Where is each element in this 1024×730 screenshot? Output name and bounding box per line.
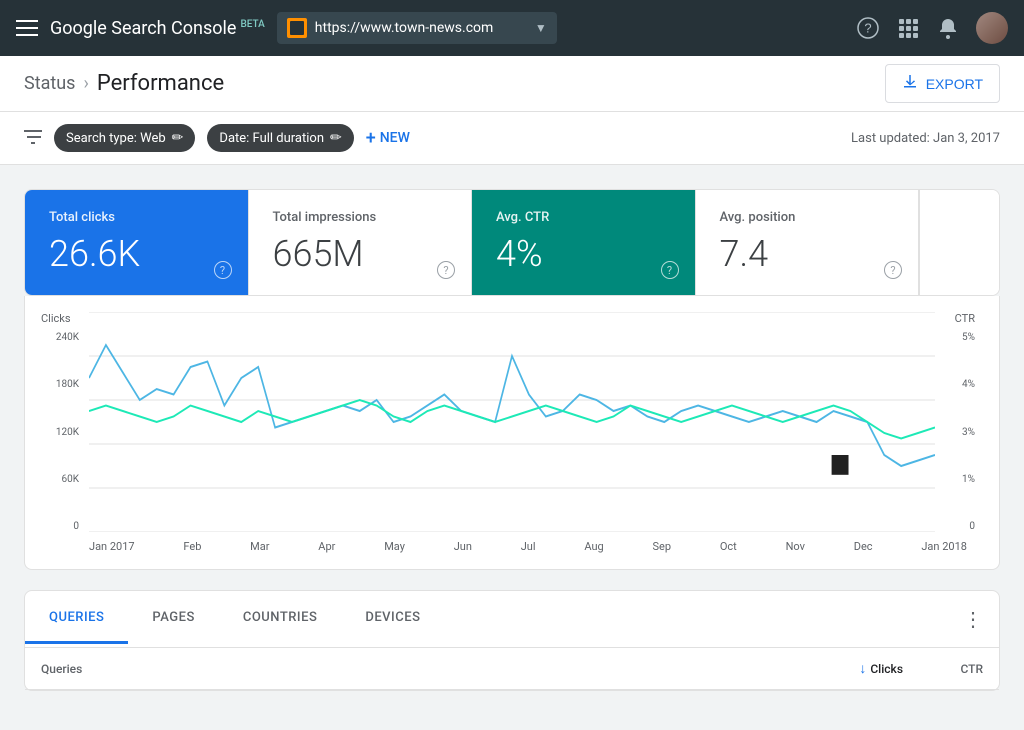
- date-label: Date: Full duration: [219, 131, 324, 146]
- metric-total-clicks[interactable]: Total clicks 26.6K ?: [25, 190, 249, 295]
- y-axis-right-values: 5% 4% 3% 1% 0: [939, 332, 975, 532]
- search-type-label: Search type: Web: [66, 131, 166, 146]
- metric-value-clicks: 26.6K: [49, 233, 224, 275]
- tab-countries[interactable]: COUNTRIES: [219, 594, 342, 644]
- y-axis-left-values: 240K 180K 120K 60K 0: [41, 332, 85, 532]
- metric-help-clicks[interactable]: ?: [214, 261, 232, 279]
- metric-value-impressions: 665M: [273, 233, 448, 275]
- nav-icons: ?: [856, 12, 1008, 44]
- tabs-more-button[interactable]: ⋮: [947, 591, 999, 647]
- x-label-jun: Jun: [454, 540, 472, 553]
- tab-devices[interactable]: DEVICES: [341, 594, 444, 644]
- tabs-header: QUERIES PAGES COUNTRIES DEVICES ⋮: [25, 591, 999, 648]
- page-title: Performance: [97, 71, 224, 96]
- col-header-queries: Queries: [41, 662, 859, 676]
- url-bar[interactable]: https://www.town-news.com ▼: [277, 12, 557, 44]
- metric-help-impressions[interactable]: ?: [437, 261, 455, 279]
- date-filter[interactable]: Date: Full duration ✏: [207, 124, 353, 152]
- site-url: https://www.town-news.com: [315, 20, 527, 36]
- last-updated: Last updated: Jan 3, 2017: [851, 131, 1000, 146]
- new-filter-button[interactable]: + NEW: [366, 128, 410, 149]
- edit-date-icon[interactable]: ✏: [330, 130, 342, 146]
- breadcrumb-separator: ›: [83, 73, 88, 94]
- metric-help-position[interactable]: ?: [884, 261, 902, 279]
- x-label-aug: Aug: [584, 540, 603, 553]
- x-label-may: May: [384, 540, 405, 553]
- metric-total-impressions[interactable]: Total impressions 665M ?: [249, 190, 473, 295]
- metric-value-position: 7.4: [720, 233, 895, 275]
- x-label-sep: Sep: [652, 540, 671, 553]
- filter-bar: Search type: Web ✏ Date: Full duration ✏…: [0, 112, 1024, 165]
- y-right-val-1: 5%: [939, 332, 975, 343]
- y-left-val-4: 60K: [41, 474, 79, 485]
- plus-icon: +: [366, 128, 376, 149]
- breadcrumb-bar: Status › Performance EXPORT: [0, 56, 1024, 112]
- search-type-filter[interactable]: Search type: Web ✏: [54, 124, 195, 152]
- app-logo: Google Search ConsoleBETA: [50, 18, 265, 39]
- col-header-ctr: CTR: [903, 662, 983, 676]
- url-dropdown-arrow[interactable]: ▼: [535, 21, 547, 35]
- x-label-dec: Dec: [854, 540, 873, 553]
- table-header: Queries ↓ Clicks CTR: [25, 648, 999, 690]
- metric-label-ctr: Avg. CTR: [496, 210, 671, 225]
- top-navigation: Google Search ConsoleBETA https://www.to…: [0, 0, 1024, 56]
- metric-avg-position[interactable]: Avg. position 7.4 ?: [696, 190, 920, 295]
- export-label: EXPORT: [926, 76, 983, 92]
- main-content: Total clicks 26.6K ? Total impressions 6…: [0, 165, 1024, 715]
- y-left-val-3: 120K: [41, 427, 79, 438]
- metric-label-position: Avg. position: [720, 210, 895, 225]
- apps-icon[interactable]: [896, 16, 920, 40]
- metric-label-impressions: Total impressions: [273, 210, 448, 225]
- chart-wrap: Clicks: [41, 312, 975, 553]
- metric-label-clicks: Total clicks: [49, 210, 224, 225]
- y-right-val-2: 4%: [939, 379, 975, 390]
- tabs-section: QUERIES PAGES COUNTRIES DEVICES ⋮ Querie…: [24, 590, 1000, 691]
- y-right-val-5: 0: [939, 521, 975, 532]
- performance-chart: [89, 312, 935, 532]
- site-favicon: [287, 18, 307, 38]
- y-right-val-4: 1%: [939, 474, 975, 485]
- y-left-val-2: 180K: [41, 379, 79, 390]
- x-label-jan2018: Jan 2018: [921, 540, 967, 553]
- col-header-clicks: ↓ Clicks: [859, 660, 903, 677]
- x-label-oct: Oct: [720, 540, 737, 553]
- metric-avg-ctr[interactable]: Avg. CTR 4% ?: [472, 190, 696, 295]
- clicks-label: Clicks: [870, 662, 903, 676]
- y-left-val-5: 0: [41, 521, 79, 532]
- edit-search-type-icon[interactable]: ✏: [172, 130, 184, 146]
- metrics-row: Total clicks 26.6K ? Total impressions 6…: [24, 189, 1000, 296]
- y-axis-left-label: Clicks: [41, 312, 89, 325]
- chart-container: Clicks: [24, 296, 1000, 570]
- download-icon: [902, 73, 918, 94]
- export-button[interactable]: EXPORT: [885, 64, 1000, 103]
- breadcrumb-status[interactable]: Status: [24, 73, 75, 94]
- tab-queries[interactable]: QUERIES: [25, 594, 128, 644]
- chart-legend-area: [919, 190, 999, 295]
- x-label-mar: Mar: [250, 540, 269, 553]
- metric-help-ctr[interactable]: ?: [661, 261, 679, 279]
- y-left-val-1: 240K: [41, 332, 79, 343]
- x-label-feb: Feb: [183, 540, 201, 553]
- x-label-apr: Apr: [318, 540, 335, 553]
- y-right-val-3: 3%: [939, 427, 975, 438]
- y-axis-right-label: CTR: [935, 312, 975, 325]
- sort-arrow-icon[interactable]: ↓: [859, 660, 866, 677]
- x-label-jul: Jul: [521, 540, 536, 553]
- help-icon[interactable]: ?: [856, 16, 880, 40]
- tab-pages[interactable]: PAGES: [128, 594, 218, 644]
- notifications-icon[interactable]: [936, 16, 960, 40]
- svg-text:?: ?: [864, 21, 871, 36]
- x-axis-labels: Jan 2017 Feb Mar Apr May Jun Jul Aug Sep…: [41, 536, 975, 553]
- hamburger-menu[interactable]: [16, 20, 38, 36]
- x-label-jan2017: Jan 2017: [89, 540, 135, 553]
- x-label-nov: Nov: [786, 540, 805, 553]
- metric-value-ctr: 4%: [496, 233, 671, 275]
- new-filter-label: NEW: [380, 130, 410, 146]
- filter-icon[interactable]: [24, 128, 42, 149]
- user-avatar[interactable]: [976, 12, 1008, 44]
